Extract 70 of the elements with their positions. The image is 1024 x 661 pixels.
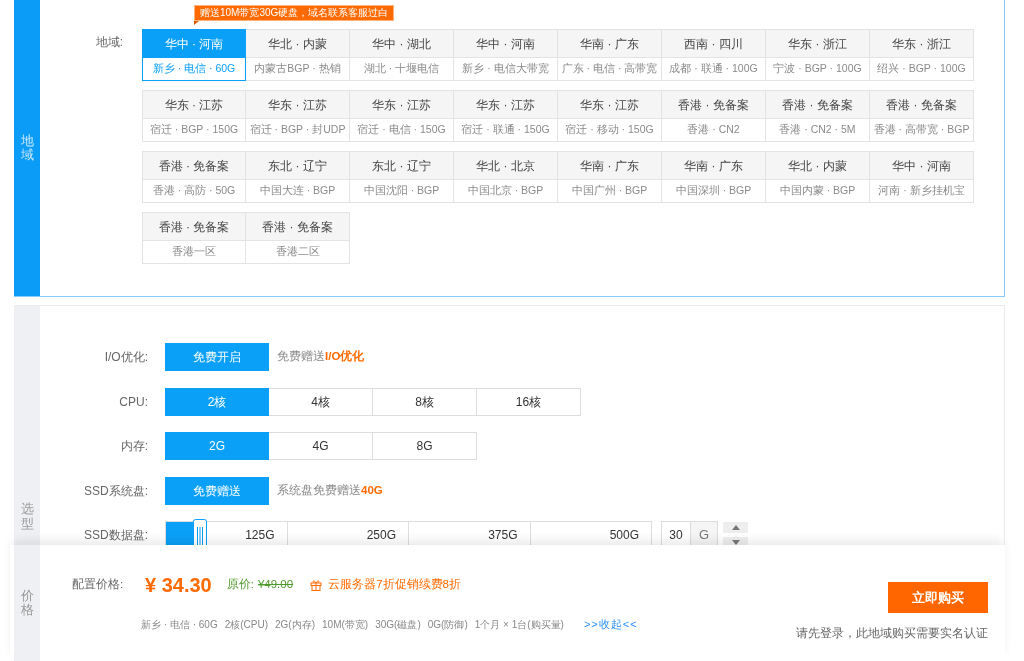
region-option[interactable]: 东北 · 辽宁 中国沈阳 · BGP: [350, 151, 454, 203]
option-button[interactable]: 16核: [477, 387, 581, 416]
scale-label: 250G: [366, 527, 396, 544]
price-value: ¥ 34.30: [145, 573, 212, 598]
option-button[interactable]: 4核: [269, 387, 373, 416]
summary-item: 2核(CPU): [224, 617, 269, 632]
region-option[interactable]: 华东 · 江苏 宿迁 · BGP · 150G: [142, 90, 246, 142]
field-label: I/O优化:: [104, 349, 148, 366]
region-option[interactable]: 华南 · 广东 中国深圳 · BGP: [662, 151, 766, 203]
region-option[interactable]: 华中 · 河南 新乡 · 电信大带宽: [454, 29, 558, 81]
region-option[interactable]: 华北 · 内蒙 内蒙古BGP · 热销: [246, 29, 350, 81]
original-price: ¥49.00: [257, 577, 294, 593]
slider-thumb[interactable]: [192, 519, 207, 545]
region-option[interactable]: 华南 · 广东 中国广州 · BGP: [558, 151, 662, 203]
price-label: 配置价格:: [72, 577, 124, 593]
down-arrow-icon: [731, 540, 740, 545]
region-option[interactable]: 华东 · 江苏 宿迁 · 电信 · 150G: [350, 90, 454, 142]
summary-item: 1个月 × 1台(购买量): [474, 617, 564, 632]
unit-label: G: [691, 521, 718, 545]
region-option[interactable]: 华东 · 浙江 绍兴 · BGP · 100G: [870, 29, 974, 81]
scale-label: 375G: [488, 527, 518, 544]
sidebar-label: 价格: [20, 588, 34, 618]
field-label: CPU:: [119, 393, 148, 411]
region-option[interactable]: 华东 · 江苏 宿迁 · 移动 · 150G: [558, 90, 662, 142]
summary-item: 10M(带宽): [322, 617, 369, 632]
tag-tail-icon: [194, 21, 199, 25]
number-input[interactable]: 30: [661, 521, 691, 545]
summary-item: 30G(磁盘): [375, 617, 421, 632]
region-option[interactable]: 华中 · 河南 河南 · 新乡挂机宝: [870, 151, 974, 203]
increment-button[interactable]: [723, 522, 748, 533]
region-option[interactable]: 东北 · 辽宁 中国大连 · BGP: [246, 151, 350, 203]
field-label: 地域:: [95, 35, 123, 49]
promo-tag: 赠送10M带宽30G硬盘，域名联系客服过白: [194, 5, 395, 21]
region-option[interactable]: 华南 · 广东 广东 · 电信 · 高带宽: [558, 29, 662, 81]
sidebar-label: 选型: [20, 502, 34, 531]
collapse-link[interactable]: >>收起<<: [583, 616, 638, 633]
region-option[interactable]: 华中 · 湖北 湖北 · 十堰电信: [350, 29, 454, 81]
decrement-button[interactable]: [723, 537, 748, 545]
region-option[interactable]: 香港 · 免备案 香港二区: [246, 212, 350, 264]
scale-label: 125G: [245, 527, 275, 544]
region-option[interactable]: 西南 · 四川 成都 · 联通 · 100G: [662, 29, 766, 81]
field-label: SSD数据盘:: [84, 527, 148, 544]
notice-text: 请先登录，此地域购买需要实名认证: [796, 626, 988, 641]
region-option[interactable]: 华东 · 江苏 宿迁 · 联通 · 150G: [454, 90, 558, 142]
summary-item: 新乡 · 电信 · 60G: [141, 617, 218, 632]
scale-label: 500G: [609, 527, 639, 544]
sidebar-label: 地域: [20, 133, 34, 163]
region-option[interactable]: 华北 · 内蒙 中国内蒙 · BGP: [766, 151, 870, 203]
field-label: 内存:: [120, 438, 148, 455]
promo-text: 云服务器7折促销续费8折: [328, 577, 461, 593]
option-button[interactable]: 8G: [373, 432, 477, 460]
region-option[interactable]: 香港 · 免备案 香港 · 高带宽 · BGP: [870, 90, 974, 142]
region-option[interactable]: 香港 · 免备案 香港 · CN2 · 5M: [766, 90, 870, 142]
region-option[interactable]: 华北 · 北京 中国北京 · BGP: [454, 151, 558, 203]
summary-item: 0G(防御): [427, 617, 468, 632]
field-label: SSD系统盘:: [84, 482, 148, 500]
note-text: 免费赠送I/O优化: [277, 349, 365, 365]
option-button[interactable]: 4G: [269, 432, 373, 460]
original-price-label: 原价:: [226, 577, 254, 593]
region-option[interactable]: 香港 · 免备案 香港 · 高防 · 50G: [142, 151, 246, 203]
gift-icon: [310, 579, 323, 591]
slider-track[interactable]: 125G 250G 375G 500G: [165, 521, 652, 545]
region-option[interactable]: 华东 · 浙江 宁波 · BGP · 100G: [766, 29, 870, 81]
region-option[interactable]: 华东 · 江苏 宿迁 · BGP · 封UDP: [246, 90, 350, 142]
up-arrow-icon: [731, 525, 740, 530]
region-option[interactable]: 香港 · 免备案 香港 · CN2: [662, 90, 766, 142]
note-text: 系统盘免费赠送40G: [277, 482, 383, 498]
option-button[interactable]: 8核: [373, 387, 477, 416]
region-option[interactable]: 香港 · 免备案 香港一区: [142, 212, 246, 264]
summary-item: 2G(内存): [275, 617, 316, 632]
